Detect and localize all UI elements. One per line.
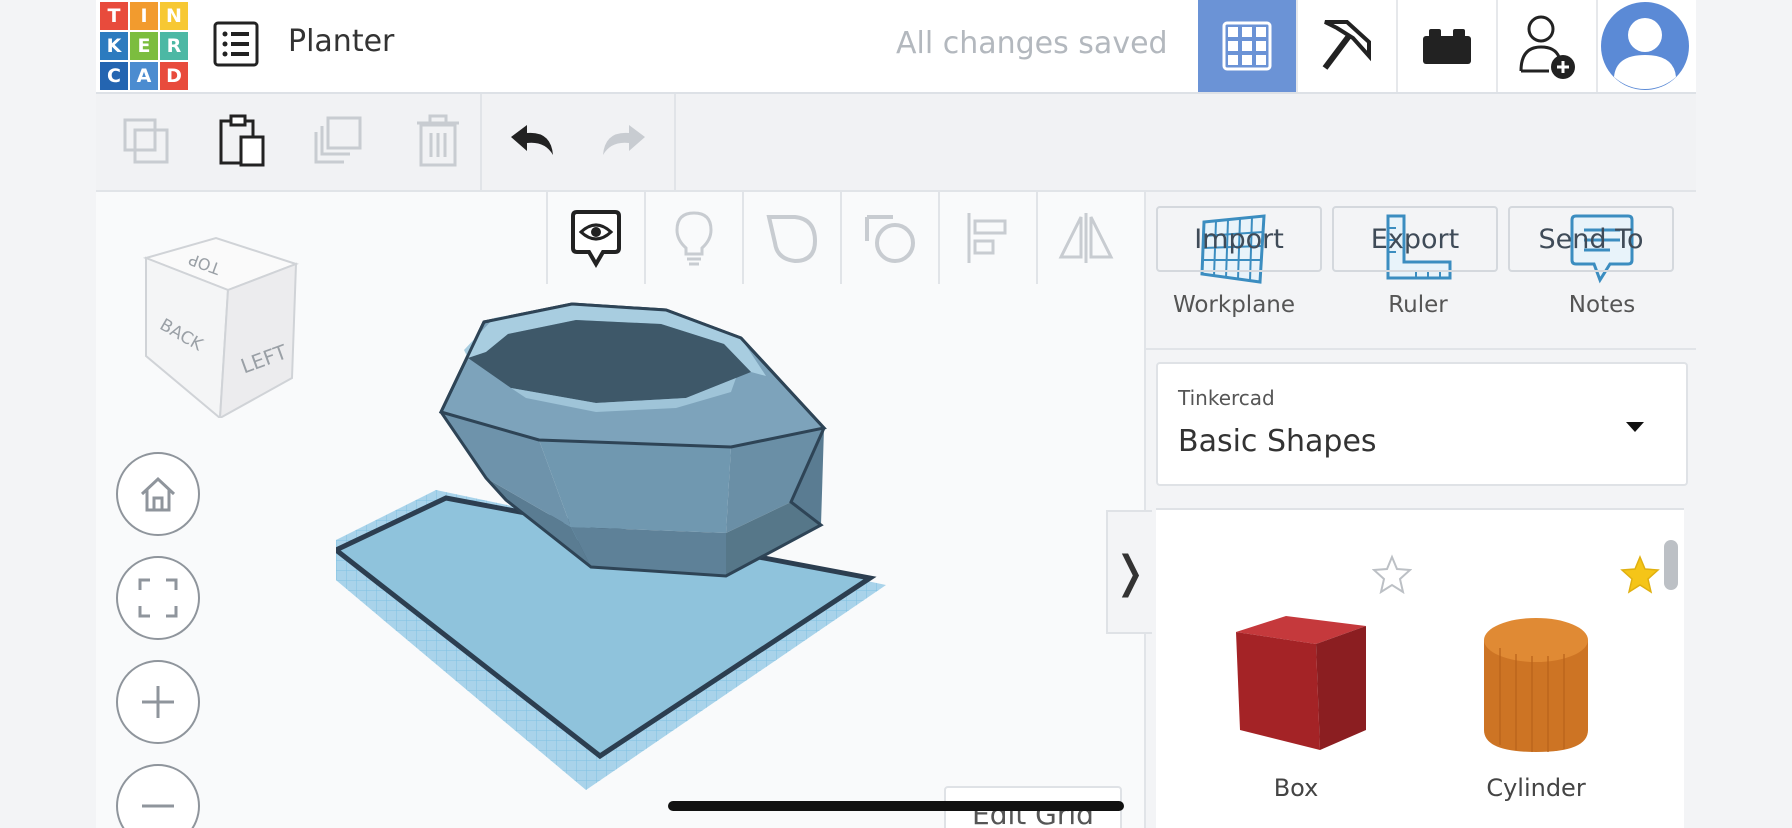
eye-comment-icon: [571, 210, 621, 268]
library-value: Basic Shapes: [1178, 424, 1377, 459]
undo-icon: [511, 125, 553, 155]
design-title[interactable]: Planter: [288, 24, 394, 59]
shape-label: Box: [1273, 774, 1319, 802]
brick-icon: [1423, 29, 1471, 64]
cylinder-shape-icon: [1484, 618, 1588, 752]
logo-letter: A: [130, 62, 158, 90]
notes-label: Notes: [1568, 292, 1636, 318]
codeblocks-button[interactable]: [1296, 0, 1396, 92]
shape-cylinder[interactable]: Cylinder: [1446, 580, 1626, 802]
top-nav: [1198, 0, 1692, 92]
paste-button[interactable]: [212, 110, 272, 172]
solid-button[interactable]: [742, 192, 840, 284]
chevron-down-icon: [1626, 422, 1644, 432]
favorite-star-icon[interactable]: [1372, 554, 1412, 594]
import-button[interactable]: Import: [1156, 206, 1322, 272]
redo-button[interactable]: [594, 110, 654, 172]
copy-button[interactable]: [116, 110, 176, 172]
view-cube[interactable]: TOP BACK LEFT: [136, 228, 316, 421]
shape-label: Cylinder: [1486, 774, 1586, 802]
export-button[interactable]: Export: [1332, 206, 1498, 272]
logo-letter: N: [160, 2, 188, 30]
right-panel: Workplane Ruler Notes Import Export Send…: [1144, 192, 1696, 828]
home-view-button[interactable]: [116, 452, 200, 536]
workplane-scene[interactable]: [306, 280, 1036, 800]
bricks-button[interactable]: [1396, 0, 1496, 92]
mirror-button[interactable]: [1036, 192, 1134, 284]
shape-box[interactable]: Box: [1206, 580, 1386, 802]
library-category: Tinkercad: [1178, 386, 1275, 410]
grid-icon: [1222, 21, 1272, 71]
save-status: All changes saved: [896, 26, 1168, 61]
panel-divider: [1146, 348, 1696, 350]
logo-letter: K: [100, 32, 128, 60]
align-button[interactable]: [938, 192, 1036, 284]
toolbar-divider: [674, 94, 676, 190]
zoom-in-button[interactable]: [116, 660, 200, 744]
shape-tools: [546, 192, 1134, 284]
align-icon: [967, 213, 1007, 263]
collapse-panel-button[interactable]: ❭: [1106, 510, 1152, 634]
shape-gallery: Box Cylinder: [1156, 508, 1684, 828]
tinkercad-app: TIN KER CAD Planter All changes saved TOP …: [96, 0, 1696, 828]
notes-toggle-button[interactable]: [546, 192, 644, 284]
box-shape-icon: [1236, 616, 1366, 750]
ruler-label: Ruler: [1388, 292, 1448, 318]
pickaxe-icon: [1322, 20, 1371, 70]
mirror-icon: [1058, 213, 1114, 263]
tinkercad-logo[interactable]: TIN KER CAD: [100, 2, 188, 90]
duplicate-icon: [314, 116, 362, 164]
top-bar: TIN KER CAD Planter All changes saved: [96, 0, 1696, 94]
send-to-button[interactable]: Send To: [1508, 206, 1674, 272]
plus-icon: [142, 686, 174, 718]
lightbulb-icon: [675, 211, 713, 266]
fullscreen-icon: [138, 578, 178, 618]
fit-view-button[interactable]: [116, 556, 200, 640]
workplane-label: Workplane: [1172, 292, 1296, 318]
delete-button[interactable]: [408, 110, 468, 172]
copy-icon: [123, 118, 169, 164]
logo-letter: C: [100, 62, 128, 90]
design-list-button[interactable]: [212, 20, 260, 68]
toolbar-divider: [480, 94, 482, 190]
home-icon: [140, 476, 176, 512]
shape-scrollbar[interactable]: [1664, 540, 1678, 590]
trash-icon: [417, 114, 459, 167]
logo-letter: T: [100, 2, 128, 30]
avatar: [1601, 2, 1689, 90]
light-button[interactable]: [644, 192, 742, 284]
edit-toolbar: [96, 94, 1696, 192]
logo-letter: R: [160, 32, 188, 60]
zoom-out-button[interactable]: [116, 764, 200, 828]
shape-library-select[interactable]: Tinkercad Basic Shapes: [1156, 362, 1688, 486]
solid-shape-icon: [766, 215, 818, 264]
favorite-star-icon[interactable]: [1620, 554, 1660, 594]
3d-design-button[interactable]: [1198, 0, 1296, 92]
hole-button[interactable]: [840, 192, 938, 284]
undo-button[interactable]: [502, 110, 562, 172]
logo-letter: I: [130, 2, 158, 30]
avatar-button[interactable]: [1596, 0, 1692, 92]
duplicate-button[interactable]: [308, 110, 368, 172]
list-icon: [213, 21, 259, 67]
invite-user-button[interactable]: [1496, 0, 1596, 92]
add-user-icon: [1519, 15, 1575, 79]
hole-shape-icon: [865, 215, 915, 263]
paste-icon: [219, 114, 265, 167]
logo-letter: D: [160, 62, 188, 90]
minus-icon: [142, 804, 174, 808]
logo-letter: E: [130, 32, 158, 60]
home-indicator: [668, 801, 1124, 811]
redo-icon: [603, 125, 645, 155]
